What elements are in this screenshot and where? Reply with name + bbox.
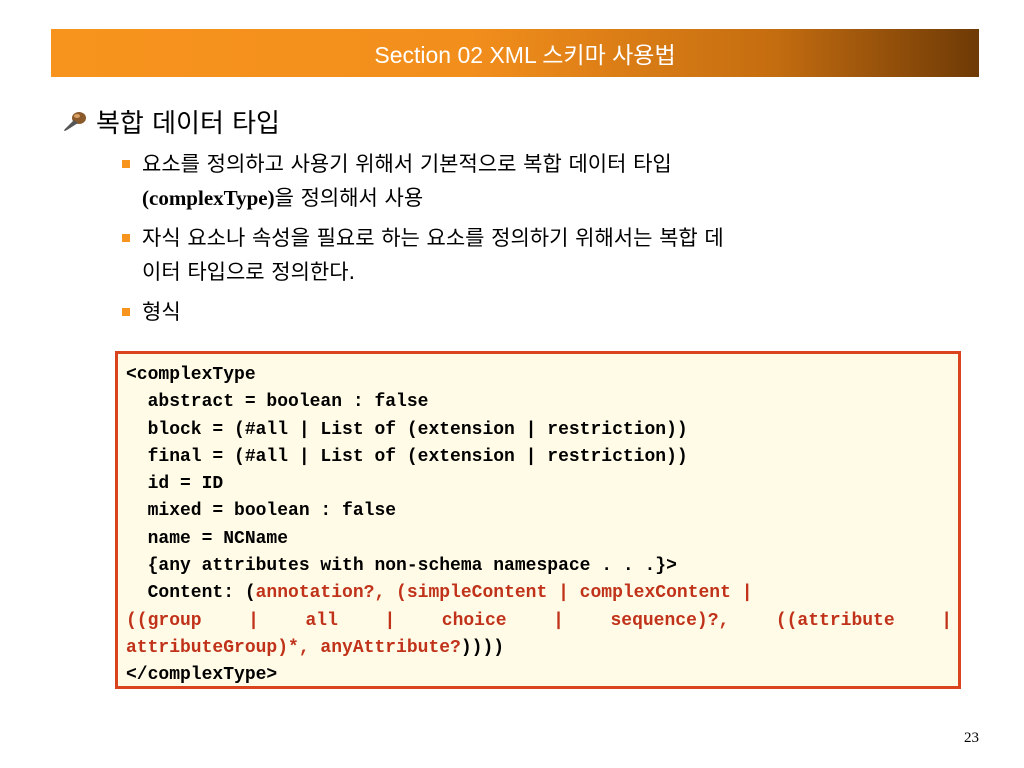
- code-block: <complexType abstract = boolean : false …: [115, 351, 961, 689]
- page-number: 23: [964, 730, 979, 746]
- bullet-text: 자식 요소나 속성을 필요로 하는 요소를 정의하기 위해서는 복합 데: [142, 226, 724, 250]
- bullet-item: 요소를 정의하고 사용기 위해서 기본적으로 복합 데이터 타입 (comple…: [120, 147, 980, 215]
- pushpin-icon: [64, 112, 86, 131]
- code-content-model: attributeGroup)*, anyAttribute?: [126, 637, 461, 658]
- bullet-text: 을 정의해서 사용: [274, 186, 424, 210]
- code-line: {any attributes with non-schema namespac…: [126, 556, 677, 577]
- bullet-text: 이터 타입으로 정의한다.: [142, 260, 356, 284]
- code-line: mixed = boolean : false: [126, 501, 397, 522]
- square-bullet-icon: [122, 234, 130, 242]
- code-text: )))): [460, 637, 505, 658]
- bullet-term: (complexType): [142, 186, 275, 210]
- slide-title: Section 02 XML 스키마 사용법: [374, 42, 676, 68]
- code-line: id = ID: [126, 474, 224, 495]
- code-content-model: annotation?, (simpleContent | complexCon…: [255, 583, 753, 604]
- bullet-item: 형식: [120, 295, 980, 329]
- bullet-text: 요소를 정의하고 사용기 위해서 기본적으로 복합 데이터 타입: [142, 152, 672, 176]
- code-line: Content: (annotation?, (simpleContent | …: [126, 580, 952, 607]
- bullet-text: 형식: [142, 300, 181, 324]
- code-line: <complexType: [126, 365, 256, 385]
- code-text: Content: (: [126, 583, 256, 604]
- code-line: name = NCName: [126, 528, 289, 549]
- heading-text: 복합 데이터 타입: [96, 108, 280, 139]
- section-heading: 복합 데이터 타입: [62, 103, 280, 139]
- square-bullet-icon: [122, 308, 130, 316]
- code-line: abstract = boolean : false: [126, 392, 429, 413]
- bullet-list: 요소를 정의하고 사용기 위해서 기본적으로 복합 데이터 타입 (comple…: [120, 147, 980, 335]
- code-line: final = (#all | List of (extension | res…: [126, 446, 688, 467]
- code-content-model: ((group | all | choice | sequence)?, ((a…: [126, 610, 952, 631]
- code-line: block = (#all | List of (extension | res…: [126, 419, 688, 440]
- code-line: </complexType>: [126, 665, 278, 686]
- code-line: attributeGroup)*, anyAttribute?)))): [126, 635, 952, 662]
- title-bar: Section 02 XML 스키마 사용법: [51, 29, 979, 77]
- bullet-item: 자식 요소나 속성을 필요로 하는 요소를 정의하기 위해서는 복합 데 이터 …: [120, 221, 980, 289]
- square-bullet-icon: [122, 160, 130, 168]
